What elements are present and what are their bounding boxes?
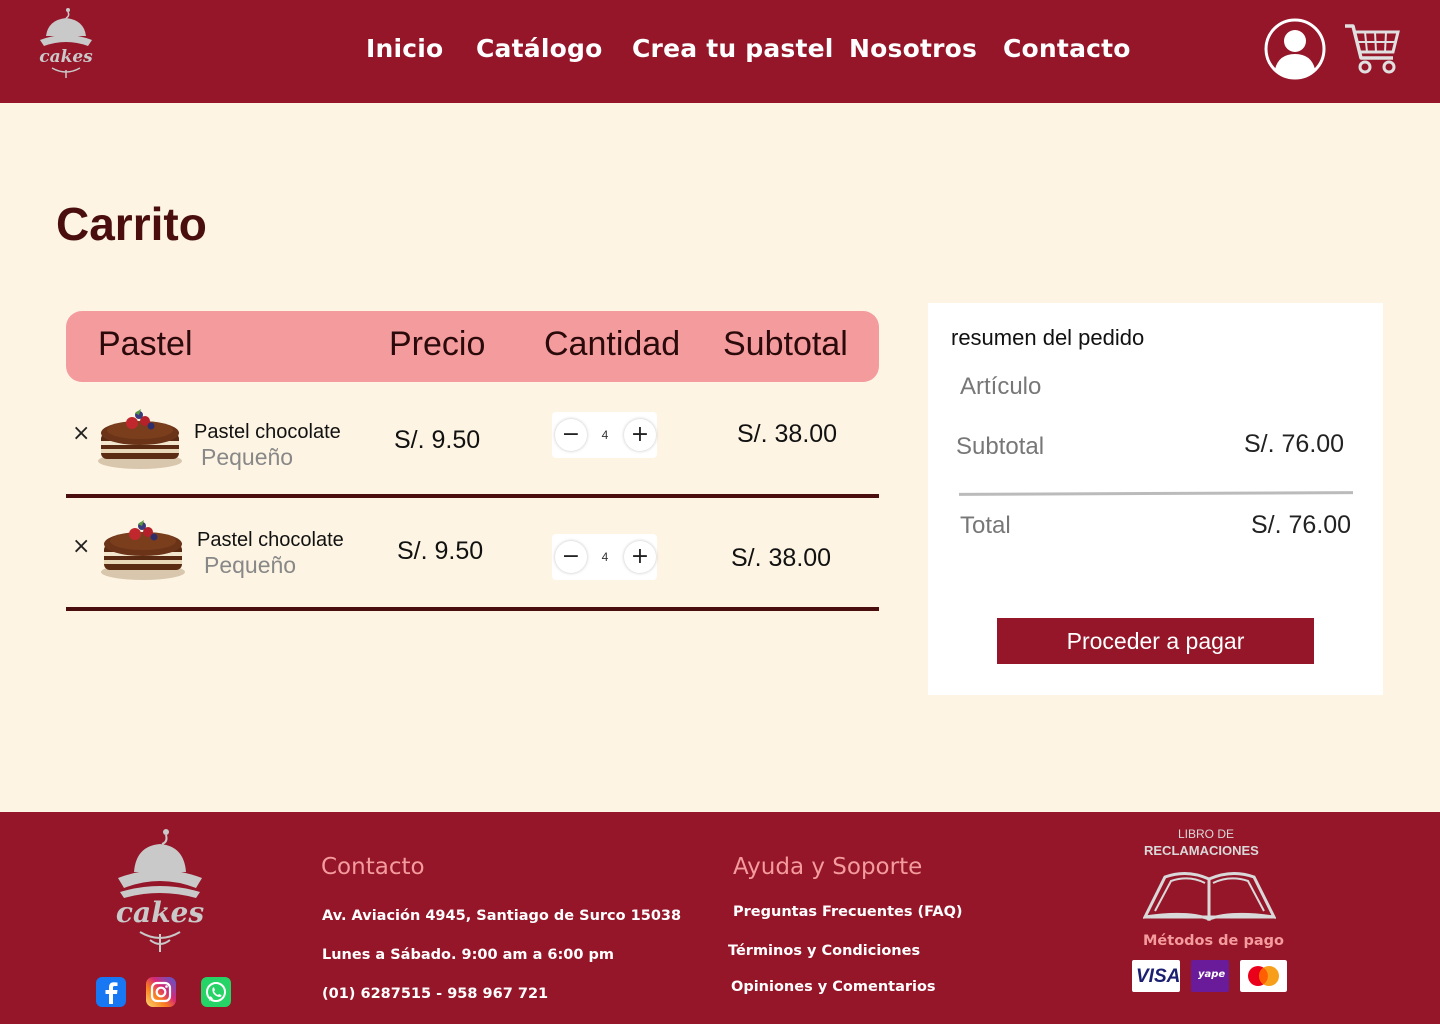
chocolate-cake-image [101,520,185,580]
column-pastel: Pastel [98,325,193,363]
facebook-icon[interactable] [96,976,126,1008]
subtotal-label: Subtotal [956,433,1045,460]
user-account-icon[interactable] [1263,17,1327,81]
footer-hours: Lunes a Sábado. 9:00 am a 6:00 pm [322,947,615,963]
increase-quantity-button[interactable]: + [624,541,656,573]
yape-icon: yape [1191,960,1229,992]
decrease-quantity-button[interactable]: − [555,419,587,451]
column-precio: Precio [389,325,486,363]
quantity-input[interactable] [588,541,622,573]
footer-contact-heading: Contacto [321,854,425,880]
row-divider [66,494,879,498]
mastercard-icon [1240,960,1287,992]
order-summary-panel: resumen del pedido Artículo Subtotal S/.… [928,303,1383,695]
quantity-stepper: − + [552,534,657,580]
total-value: S/. 76.00 [1251,511,1352,539]
instagram-icon[interactable] [146,976,176,1008]
nav-contacto[interactable]: Contacto [1003,34,1131,63]
increase-quantity-button[interactable]: + [624,419,656,451]
item-size: Pequeño [201,444,294,470]
logo-text: cakes [116,896,204,929]
column-subtotal: Subtotal [723,325,848,363]
proceed-to-checkout-button[interactable]: Proceder a pagar [997,618,1314,664]
top-header: cakes Inicio Catálogo Crea tu pastel Nos… [0,0,1440,103]
row-divider [66,607,879,611]
item-subtotal: S/. 38.00 [731,544,832,572]
summary-title: resumen del pedido [951,325,1145,350]
item-name: Pastel chocolate [194,421,341,443]
logo-text: cakes [39,47,93,67]
nav-inicio[interactable]: Inicio [366,34,443,63]
summary-divider [958,491,1354,496]
chocolate-cake-image [98,409,182,469]
visa-card-icon: VISA [1132,960,1180,992]
quantity-input[interactable] [588,419,622,451]
item-size: Pequeño [204,552,297,578]
footer-support-heading: Ayuda y Soporte [733,854,923,880]
item-name: Pastel chocolate [197,529,344,551]
shopping-cart-icon[interactable] [1343,22,1401,76]
quantity-stepper: − + [552,412,657,458]
footer: cakes Contacto Av. Aviación 4945, Santia… [0,812,1440,1024]
decrease-quantity-button[interactable]: − [555,541,587,573]
subtotal-value: S/. 76.00 [1244,430,1345,458]
total-label: Total [960,512,1011,539]
column-cantidad: Cantidad [544,325,681,363]
nav-crea-tu-pastel[interactable]: Crea tu pastel [632,34,834,63]
remove-item-button[interactable]: × [72,534,90,559]
page-title: Carrito [56,198,207,250]
visa-text: VISA [1136,966,1181,987]
item-subtotal: S/. 38.00 [737,420,838,448]
footer-link-faq[interactable]: Preguntas Frecuentes (FAQ) [733,904,963,920]
footer-phones: (01) 6287515 - 958 967 721 [322,986,549,1002]
libro-reclamaciones-line1: LIBRO DE [1178,827,1235,841]
nav-catalogo[interactable]: Catálogo [476,34,602,63]
payment-methods-label: Métodos de pago [1143,933,1284,949]
libro-reclamaciones-line2: RECLAMACIONES [1144,843,1259,858]
cakes-logo[interactable]: cakes [30,6,102,82]
cakes-logo[interactable]: cakes [110,828,210,956]
footer-address: Av. Aviación 4945, Santiago de Surco 150… [322,908,682,924]
footer-link-terms[interactable]: Términos y Condiciones [728,943,920,959]
footer-link-reviews[interactable]: Opiniones y Comentarios [731,979,936,995]
cart-table-header: Pastel Precio Cantidad Subtotal [66,311,879,382]
remove-item-button[interactable]: × [72,421,90,446]
nav-nosotros[interactable]: Nosotros [849,34,977,63]
item-price: S/. 9.50 [394,426,481,454]
whatsapp-icon[interactable] [201,976,231,1008]
item-price: S/. 9.50 [397,537,484,565]
yape-text: yape [1198,969,1226,980]
article-label: Artículo [960,373,1042,400]
libro-reclamaciones-book-icon[interactable] [1143,865,1276,921]
